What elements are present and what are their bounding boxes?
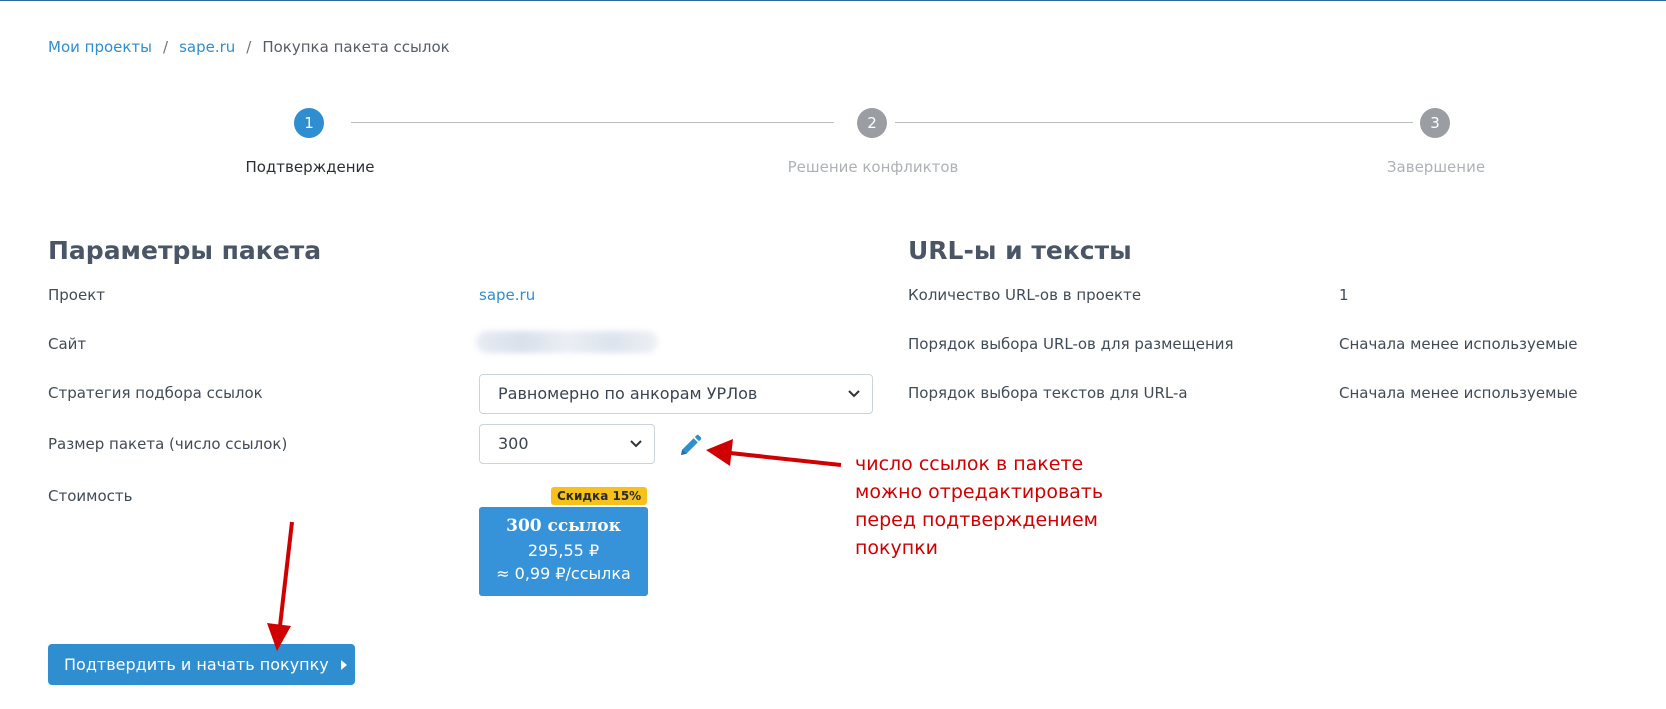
stepper: 1 2 3 Подтверждение Решение конфликтов З… — [0, 108, 1666, 178]
price-card-price: 295,55 ₽ — [527, 541, 600, 560]
top-border — [0, 0, 1666, 1]
breadcrumb-separator: / — [246, 38, 252, 56]
cost-label: Стоимость — [48, 487, 133, 505]
annotation-line: покупки — [855, 537, 939, 559]
step-1-circle: 1 — [294, 108, 324, 138]
confirm-purchase-label: Подтвердить и начать покупку — [64, 655, 329, 674]
chevron-down-icon — [630, 425, 642, 463]
discount-badge: Скидка 15% — [551, 487, 648, 505]
step-3-label: Завершение — [1386, 158, 1486, 176]
strategy-select-value: Равномерно по анкорам УРЛов — [498, 384, 758, 403]
size-label: Размер пакета (число ссылок) — [48, 435, 288, 453]
url-count-value: 1 — [1339, 286, 1349, 304]
urls-title: URL-ы и тексты — [908, 236, 1132, 265]
step-2-label: Решение конфликтов — [787, 158, 959, 176]
arrow-to-edit-icon — [706, 439, 842, 467]
url-order-value: Сначала менее используемые — [1339, 335, 1578, 353]
step-3-circle: 3 — [1420, 108, 1450, 138]
text-order-value: Сначала менее используемые — [1339, 384, 1578, 402]
annotation-arrows — [267, 439, 842, 651]
chevron-down-icon — [848, 375, 860, 413]
annotation-line: можно отредактировать — [855, 481, 1104, 503]
annotation-line: число ссылок в пакете — [855, 453, 1084, 475]
step-connector — [351, 122, 834, 123]
url-order-label: Порядок выбора URL-ов для размещения — [908, 335, 1234, 353]
price-card[interactable]: 300 ссылок 295,55 ₽ ≈ 0,99 ₽/ссылка — [479, 507, 648, 596]
annotation-line: перед подтверждением — [855, 509, 1098, 531]
pencil-icon[interactable] — [678, 434, 702, 458]
breadcrumb-my-projects[interactable]: Мои проекты — [48, 38, 152, 56]
price-card-title: 300 ссылок — [506, 516, 621, 536]
strategy-select[interactable]: Равномерно по анкорам УРЛов — [479, 374, 873, 414]
project-label: Проект — [48, 286, 106, 304]
site-value-blurred — [476, 331, 658, 353]
site-label: Сайт — [48, 335, 87, 353]
caret-right-icon — [340, 659, 347, 670]
step-2-circle: 2 — [857, 108, 887, 138]
breadcrumb-current: Покупка пакета ссылок — [262, 38, 450, 56]
annotation-note: число ссылок в пакете можно отредактиров… — [855, 450, 1103, 562]
breadcrumb-separator: / — [163, 38, 169, 56]
step-1-label: Подтверждение — [245, 158, 375, 176]
size-select-value: 300 — [498, 434, 529, 453]
params-title: Параметры пакета — [48, 236, 322, 265]
confirm-purchase-button[interactable]: Подтвердить и начать покупку — [48, 644, 355, 685]
text-order-label: Порядок выбора текстов для URL-а — [908, 384, 1188, 402]
arrow-to-confirm-button — [267, 521, 294, 651]
project-link[interactable]: sape.ru — [479, 286, 535, 304]
breadcrumb: Мои проекты / sape.ru / Покупка пакета с… — [48, 38, 450, 56]
url-count-label: Количество URL-ов в проекте — [908, 286, 1142, 304]
price-card-per-link: ≈ 0,99 ₽/ссылка — [496, 564, 631, 583]
breadcrumb-project[interactable]: sape.ru — [179, 38, 235, 56]
strategy-label: Стратегия подбора ссылок — [48, 384, 263, 402]
step-connector — [895, 122, 1413, 123]
size-select[interactable]: 300 — [479, 424, 655, 464]
